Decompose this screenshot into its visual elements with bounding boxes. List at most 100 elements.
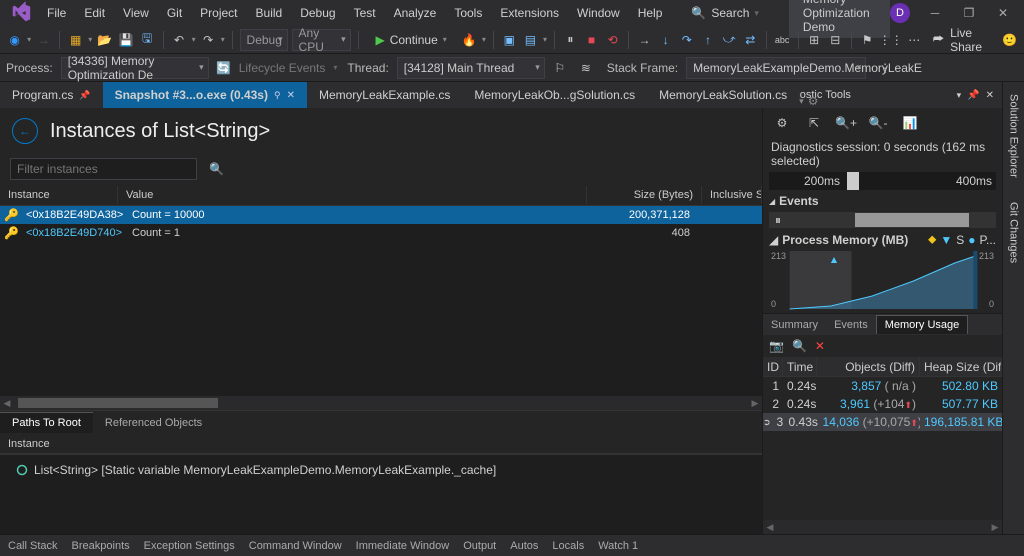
tool-icon-2[interactable]: ▤ — [522, 29, 539, 51]
menu-file[interactable]: File — [38, 2, 75, 24]
zoom-in-icon[interactable]: 🔍+ — [835, 112, 857, 134]
status-watch1[interactable]: Watch 1 — [598, 540, 638, 552]
tool-icon-1[interactable]: ▣ — [501, 29, 518, 51]
export-icon[interactable]: ⇱ — [803, 112, 825, 134]
status-breakpoints[interactable]: Breakpoints — [72, 540, 130, 552]
tab-snapshot[interactable]: Snapshot #3...o.exe (0.43s) ⚲ ✕ — [103, 82, 307, 108]
table-row[interactable]: 🔑 <0x18B2E49DA38> Count = 10000 200,371,… — [0, 206, 762, 224]
tab-memleak-ob[interactable]: MemoryLeakOb...gSolution.cs — [462, 82, 647, 108]
col-id[interactable]: ID — [763, 358, 783, 376]
tab-memleak-example[interactable]: MemoryLeakExample.cs — [307, 82, 462, 108]
tab-referenced-objects[interactable]: Referenced Objects — [93, 413, 214, 433]
tab-events[interactable]: Events — [826, 316, 876, 334]
pin-icon[interactable]: ⚲ — [274, 90, 281, 101]
search-icon[interactable]: 🔍 — [209, 162, 224, 176]
table-row[interactable]: 🔑 <0x18B2E49D740> Count = 1 408 — [0, 224, 762, 242]
open-icon[interactable]: 📂 — [96, 29, 113, 51]
menu-edit[interactable]: Edit — [75, 2, 114, 24]
save-icon[interactable]: 💾 — [117, 29, 134, 51]
thread-dropdown[interactable]: [34128] Main Thread — [397, 57, 545, 79]
step-icon-4[interactable]: ⤻ — [721, 29, 738, 51]
col-heap[interactable]: Heap Size (Diff) — [920, 358, 1002, 376]
menu-help[interactable]: Help — [629, 2, 672, 24]
minimize-button[interactable]: ─ — [918, 0, 952, 26]
scroll-left-icon[interactable]: ◀ — [763, 520, 777, 534]
live-share-button[interactable]: ⮫ Live Share — [927, 26, 997, 54]
col-time[interactable]: Time — [783, 358, 817, 376]
menu-extensions[interactable]: Extensions — [491, 2, 568, 24]
config-dropdown[interactable]: Debug — [240, 29, 288, 51]
layout-icon-2[interactable]: ⊟ — [827, 29, 844, 51]
bookmark-icon[interactable]: ⚑ — [859, 29, 876, 51]
col-size[interactable]: Size (Bytes) — [587, 186, 702, 204]
scroll-right-icon[interactable]: ▶ — [988, 520, 1002, 534]
back-button[interactable]: ← — [12, 118, 38, 144]
delete-icon[interactable]: ✕ — [815, 339, 825, 353]
threads-icon[interactable]: ≋ — [575, 57, 597, 79]
pin-icon[interactable]: 📌 — [79, 90, 90, 101]
col-value[interactable]: Value — [118, 186, 587, 204]
feedback-icon[interactable]: 🙂 — [1001, 29, 1018, 51]
search-icon[interactable]: 🔍 — [792, 339, 807, 353]
menu-project[interactable]: Project — [191, 2, 246, 24]
events-section-header[interactable]: ◢ Events — [763, 192, 1002, 210]
layout-icon-1[interactable]: ⊞ — [806, 29, 823, 51]
stackframe-dropdown[interactable]: MemoryLeakExampleDemo.MemoryLeakE — [686, 57, 866, 79]
close-icon[interactable]: ✕ — [986, 90, 994, 101]
step-icon-5[interactable]: ⇄ — [742, 29, 759, 51]
diag-hscrollbar[interactable]: ◀ ▶ — [763, 520, 1002, 534]
col-instance[interactable]: Instance — [0, 186, 118, 204]
restore-button[interactable]: ❐ — [952, 0, 986, 26]
window-pos-icon[interactable]: ▾ — [957, 90, 962, 101]
nav-back-icon[interactable]: ◉ — [6, 29, 23, 51]
step-over-icon[interactable]: ↷ — [678, 29, 695, 51]
col-objects[interactable]: Objects (Diff) — [817, 358, 920, 376]
process-memory-header[interactable]: ◢ Process Memory (MB) ⬥ ▼S ●P... — [763, 230, 1002, 249]
close-icon[interactable]: ✕ — [287, 90, 295, 101]
horizontal-scrollbar[interactable]: ◀ ▶ — [0, 396, 762, 410]
grid-icon-2[interactable]: ⋯ — [906, 29, 923, 51]
scroll-thumb[interactable] — [18, 398, 218, 408]
nav-fwd-icon[interactable]: → — [35, 29, 52, 51]
timeline-ruler[interactable]: 200ms 400ms — [769, 172, 996, 190]
snapshot-row[interactable]: ➲ 3 0.43s 14,036 (+10,075⬆) 196,185.81 K… — [763, 413, 1002, 431]
menu-window[interactable]: Window — [568, 2, 629, 24]
tab-program[interactable]: Program.cs 📌 — [0, 82, 103, 108]
menu-test[interactable]: Test — [345, 2, 385, 24]
menu-debug[interactable]: Debug — [291, 2, 344, 24]
detail-row[interactable]: List<String> [Static variable MemoryLeak… — [8, 459, 754, 481]
undo-icon[interactable]: ↶ — [170, 29, 187, 51]
snapshot-row[interactable]: 2 0.24s 3,961 (+104⬆) 507.77 KB — [763, 395, 1002, 413]
scroll-left-icon[interactable]: ◀ — [0, 396, 14, 410]
close-window-button[interactable]: ✕ — [986, 0, 1020, 26]
restart-icon[interactable]: ⟲ — [604, 29, 621, 51]
new-item-icon[interactable]: ▦ — [67, 29, 84, 51]
search-box[interactable]: 🔍 Search ▾ — [691, 6, 759, 20]
status-locals[interactable]: Locals — [552, 540, 584, 552]
chart-icon[interactable]: 📊 — [899, 112, 921, 134]
menu-build[interactable]: Build — [247, 2, 292, 24]
status-autos[interactable]: Autos — [510, 540, 538, 552]
snapshot-row[interactable]: 1 0.24s 3,857 ( n/a ) 502.80 KB — [763, 377, 1002, 395]
memory-chart[interactable]: 213 213 0 0 — [769, 251, 996, 309]
tab-memory-usage[interactable]: Memory Usage — [876, 315, 969, 334]
pause-icon[interactable]: ⏸ — [562, 29, 579, 51]
status-output[interactable]: Output — [463, 540, 496, 552]
status-exception-settings[interactable]: Exception Settings — [144, 540, 235, 552]
rail-solution-explorer[interactable]: Solution Explorer — [1006, 88, 1022, 184]
scroll-right-icon[interactable]: ▶ — [748, 396, 762, 410]
step-into-icon[interactable]: ↓ — [657, 29, 674, 51]
rail-git-changes[interactable]: Git Changes — [1006, 196, 1022, 269]
menu-view[interactable]: View — [114, 2, 158, 24]
step-out-icon[interactable]: ↑ — [699, 29, 716, 51]
status-immediate-window[interactable]: Immediate Window — [356, 540, 450, 552]
pin-icon[interactable]: 📌 — [967, 90, 979, 101]
show-next-icon[interactable]: → — [636, 29, 653, 51]
gear-icon[interactable]: ⚙ — [771, 112, 793, 134]
tab-dropdown-icon[interactable]: ▾ — [799, 96, 804, 107]
events-strip[interactable]: ⏸ — [769, 212, 996, 228]
stop-icon[interactable]: ■ — [583, 29, 600, 51]
tab-gear-icon[interactable]: ⚙ — [808, 94, 819, 108]
menu-analyze[interactable]: Analyze — [385, 2, 446, 24]
continue-button[interactable]: ▶ Continue ▾ — [365, 31, 456, 49]
